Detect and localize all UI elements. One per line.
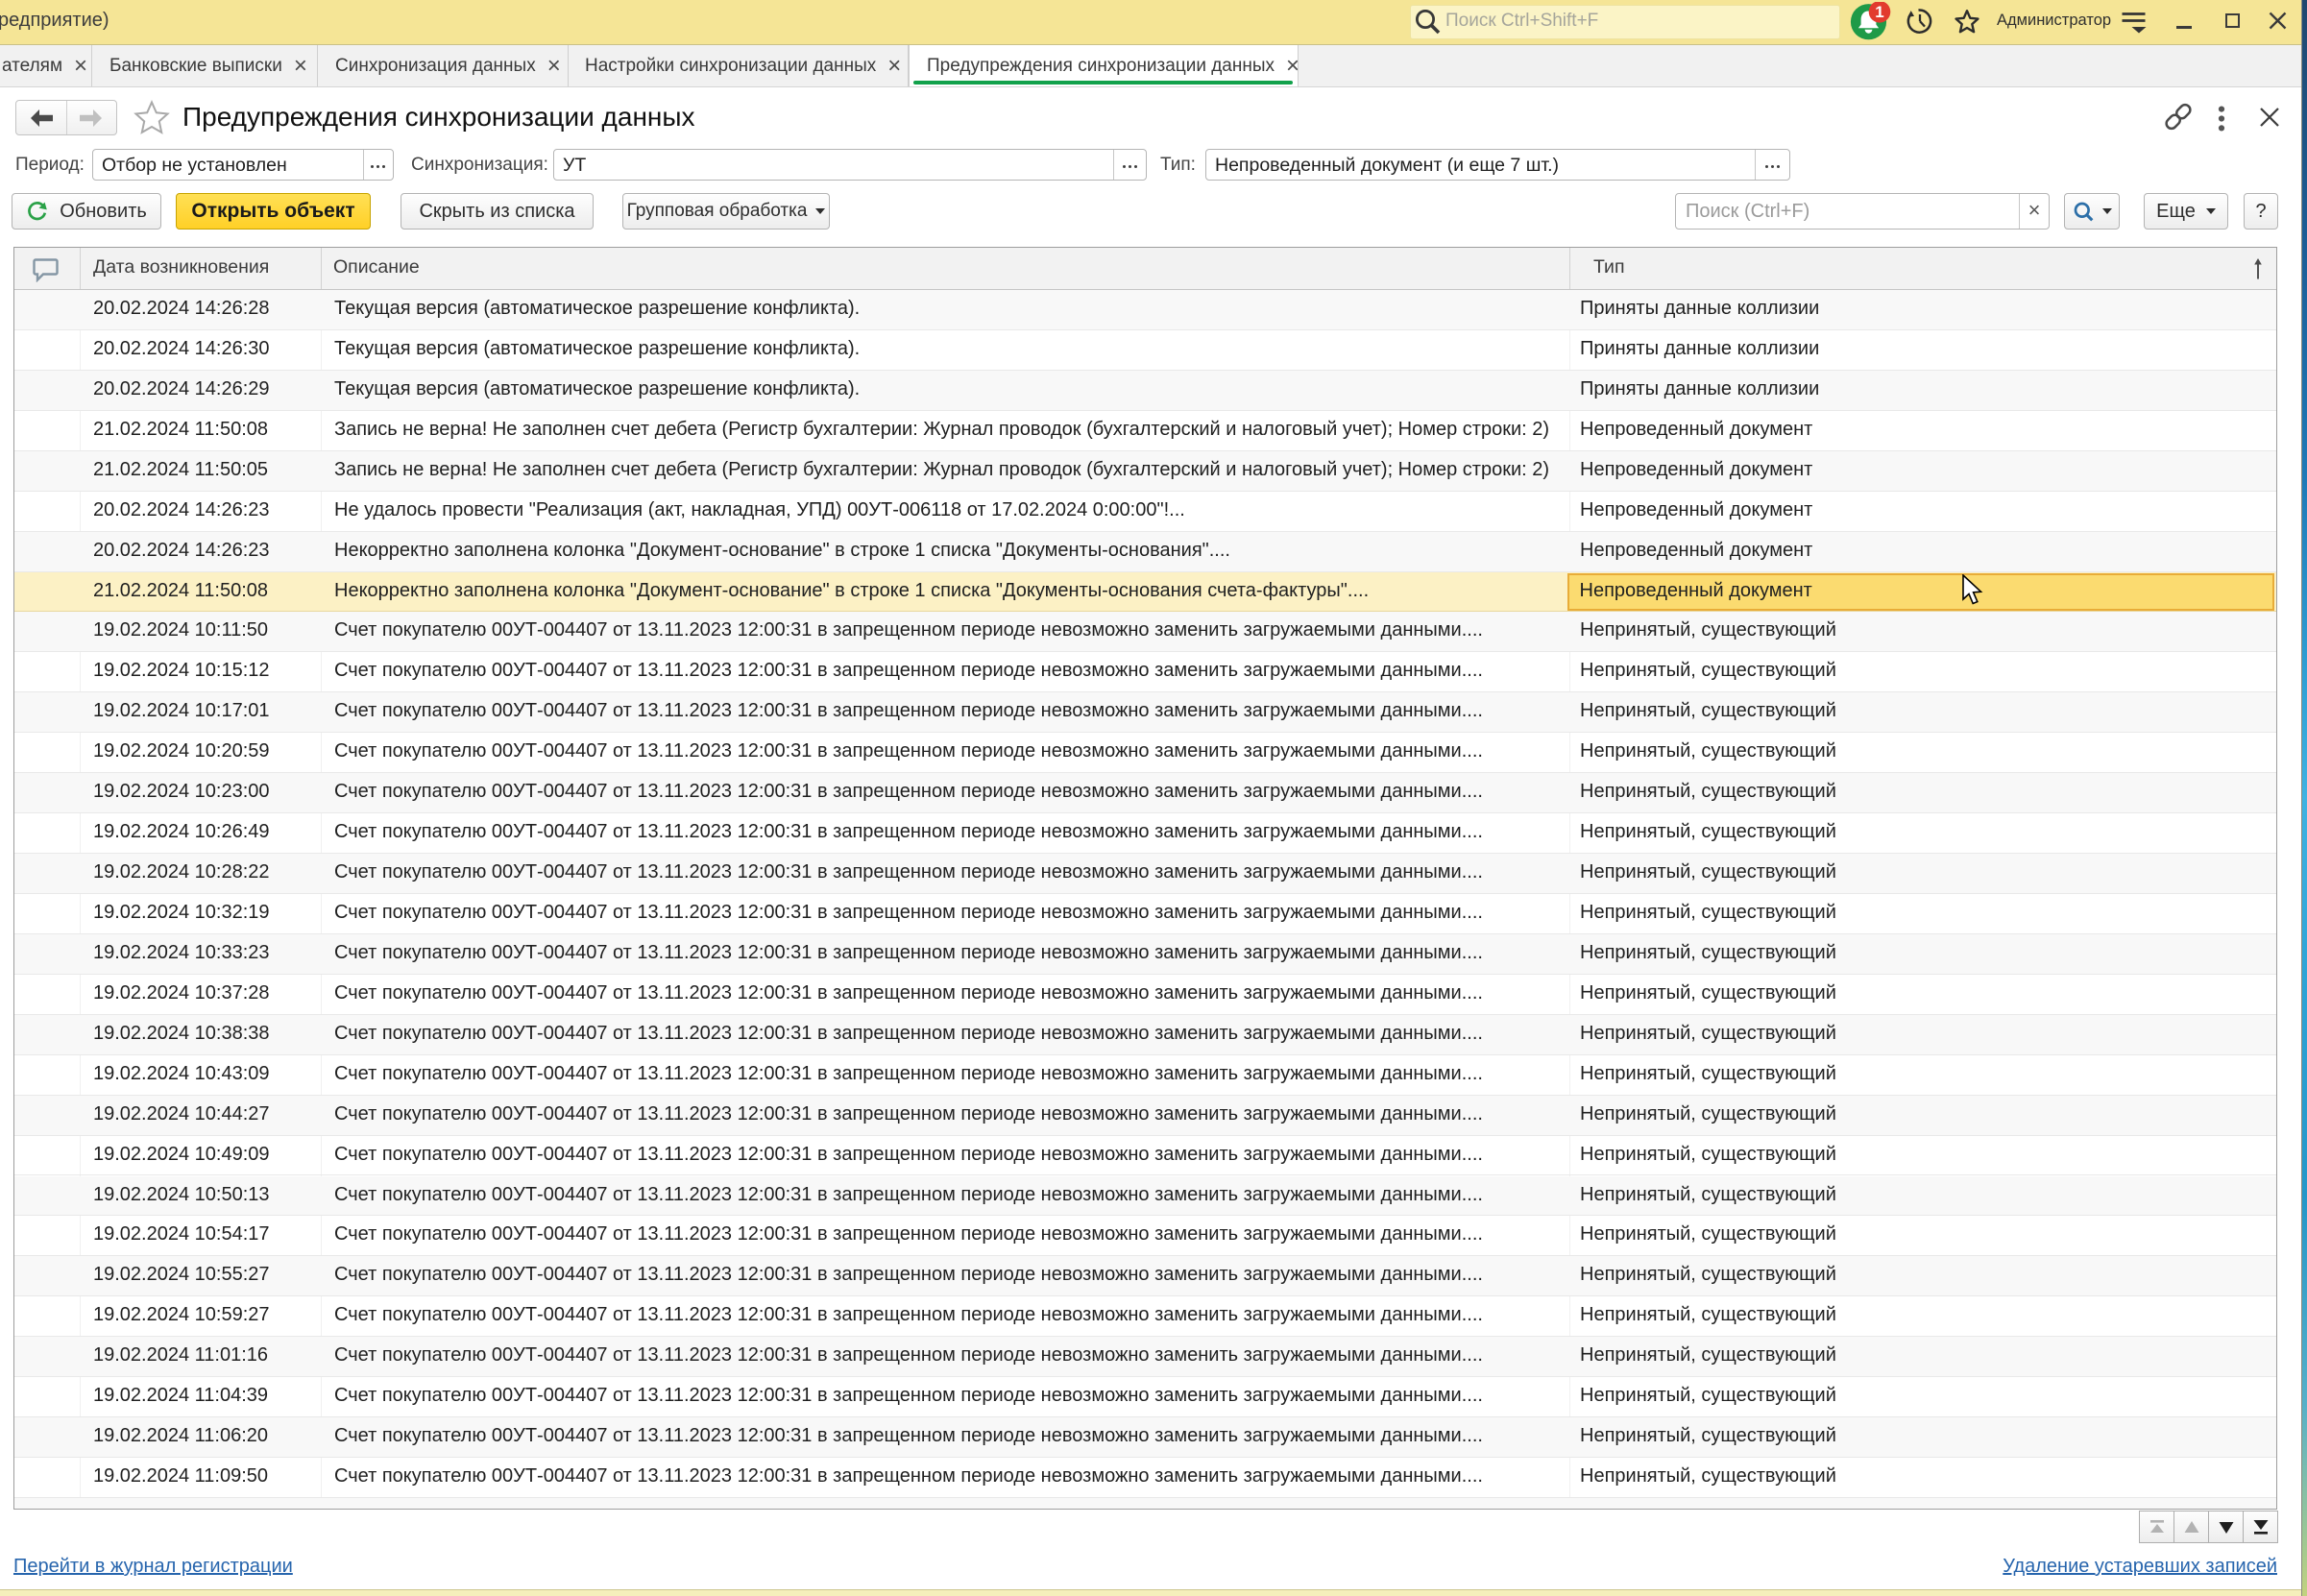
- svg-text:1: 1: [1875, 3, 1883, 21]
